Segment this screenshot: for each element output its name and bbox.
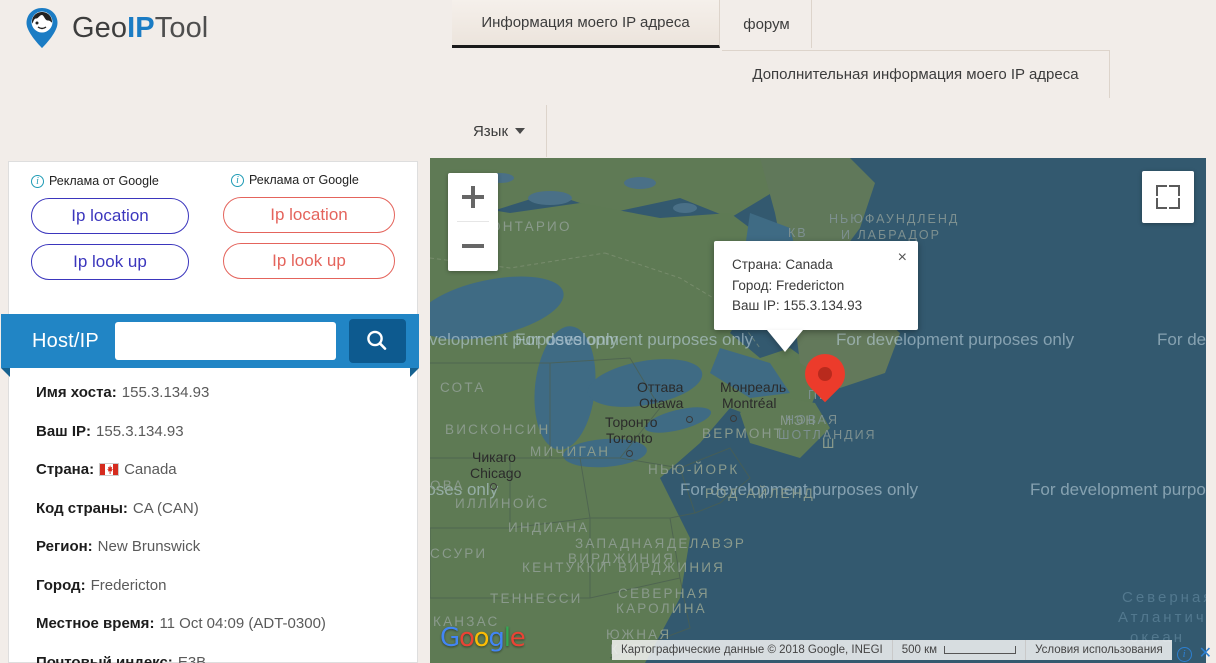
tab-my-ip-info[interactable]: Информация моего IP адреса	[452, 0, 720, 48]
row-region: Регион: New Brunswick	[36, 538, 416, 555]
map-canvas	[430, 158, 1206, 663]
search-bar-notch-left	[1, 368, 10, 377]
row-country: Страна: Canada	[36, 461, 416, 478]
tab-forum[interactable]: форум	[722, 0, 812, 48]
ad-button-ip-location-left[interactable]: Ip location	[31, 198, 189, 234]
row-hostname-value: 155.3.134.93	[122, 384, 210, 401]
map-container[interactable]: For development purposes only For develo…	[430, 158, 1206, 663]
map-info-window: × Страна: Canada Город: Fredericton Ваш …	[714, 241, 918, 330]
row-hostname-key: Имя хоста:	[36, 384, 117, 401]
city-dot-toronto	[626, 450, 633, 457]
host-ip-search-bar: Host/IP	[1, 314, 419, 368]
terms-of-use-link[interactable]: Условия использования	[1026, 640, 1172, 660]
canada-flag-icon	[99, 463, 119, 476]
google-logo: Google	[440, 623, 525, 653]
ad-button-ip-location-right[interactable]: Ip location	[223, 197, 395, 233]
ads-container: i Реклама от Google Ip location Ip look …	[9, 162, 417, 302]
row-region-key: Регион:	[36, 538, 93, 555]
ad-close-icon[interactable]: ✕	[1199, 646, 1212, 662]
row-postal-code-value: E3B	[178, 654, 206, 663]
row-city-value: Fredericton	[91, 577, 167, 594]
row-city: Город: Fredericton	[36, 577, 416, 594]
row-hostname: Имя хоста: 155.3.134.93	[36, 384, 416, 401]
ad-label-left-text: Реклама от Google	[49, 174, 159, 188]
row-local-time-key: Местное время:	[36, 615, 154, 632]
zoom-controls	[448, 173, 498, 271]
map-attribution-bar: Картографические данные © 2018 Google, I…	[612, 640, 1172, 660]
ad-button-ip-lookup-right[interactable]: Ip look up	[223, 243, 395, 279]
minus-icon	[462, 244, 484, 248]
tab-extra-ip-info[interactable]: Дополнительная информация моего IP адрес…	[722, 50, 1110, 98]
city-dot-chicago	[490, 483, 497, 490]
site-logo[interactable]: GeoIPTool	[24, 5, 208, 51]
site-header: GeoIPTool Информация моего IP адреса фор…	[0, 0, 1216, 157]
google-letter: e	[510, 623, 525, 653]
info-window-country: Страна: Canada	[732, 255, 903, 276]
location-marker-icon[interactable]	[805, 354, 845, 409]
row-country-code-key: Код страны:	[36, 500, 128, 517]
google-letter: o	[459, 623, 474, 653]
search-bar-notch-right	[410, 368, 419, 377]
google-letter: G	[440, 623, 459, 653]
scale-bar-icon	[944, 646, 1016, 654]
zoom-out-button[interactable]	[448, 222, 498, 270]
logo-text: GeoIPTool	[72, 12, 208, 45]
map-scale: 500 км	[893, 640, 1026, 660]
row-country-value: Canada	[124, 461, 177, 478]
city-dot-montreal	[730, 415, 737, 422]
search-icon	[364, 328, 390, 354]
logo-ip: IP	[127, 12, 155, 44]
row-country-code-value: CA (CAN)	[133, 500, 199, 517]
fullscreen-button[interactable]	[1142, 171, 1194, 223]
logo-geo: Geo	[72, 12, 127, 44]
info-window-ip: Ваш IP: 155.3.134.93	[732, 296, 903, 317]
close-icon[interactable]: ×	[898, 250, 907, 266]
search-button[interactable]	[349, 319, 406, 363]
info-icon[interactable]: i	[231, 174, 244, 187]
attribution-data: Картографические данные © 2018 Google, I…	[612, 640, 893, 660]
ip-details-list: Имя хоста: 155.3.134.93 Ваш IP: 155.3.13…	[36, 384, 416, 663]
ad-block-left: i Реклама от Google Ip location Ip look …	[9, 162, 207, 302]
info-window-city: Город: Fredericton	[732, 276, 903, 297]
host-ip-label: Host/IP	[32, 330, 99, 353]
city-dot-ottawa	[686, 416, 693, 423]
row-region-value: New Brunswick	[98, 538, 201, 555]
ad-label-right: i Реклама от Google	[223, 173, 417, 187]
search-input[interactable]	[115, 322, 336, 360]
language-label: Язык	[473, 123, 508, 140]
row-country-code: Код страны: CA (CAN)	[36, 500, 416, 517]
row-your-ip-key: Ваш IP:	[36, 423, 91, 440]
row-postal-code-key: Почтовый индекс:	[36, 654, 173, 663]
info-icon[interactable]: i	[31, 175, 44, 188]
logo-tool: Tool	[155, 12, 209, 44]
ip-info-panel: i Реклама от Google Ip location Ip look …	[8, 161, 418, 663]
language-selector[interactable]: Язык	[452, 105, 547, 157]
info-window-tail	[767, 330, 803, 352]
fullscreen-icon	[1156, 185, 1167, 196]
ad-button-ip-lookup-left[interactable]: Ip look up	[31, 244, 189, 280]
page-root: GeoIPTool Информация моего IP адреса фор…	[0, 0, 1216, 663]
google-letter: o	[474, 623, 489, 653]
ad-label-left: i Реклама от Google	[31, 174, 207, 188]
ad-info-icon[interactable]: i	[1177, 647, 1192, 662]
row-your-ip-value: 155.3.134.93	[96, 423, 184, 440]
ad-corner-controls: i ✕	[1177, 646, 1212, 662]
chevron-down-icon	[515, 128, 525, 134]
row-postal-code: Почтовый индекс: E3B	[36, 654, 416, 663]
row-local-time: Местное время: 11 Oct 04:09 (ADT-0300)	[36, 615, 416, 632]
map-scale-label: 500 км	[902, 644, 937, 656]
row-local-time-value: 11 Oct 04:09 (ADT-0300)	[159, 615, 325, 632]
ad-block-right: i Реклама от Google Ip location Ip look …	[207, 162, 417, 302]
map-pin-icon	[24, 7, 60, 49]
row-your-ip: Ваш IP: 155.3.134.93	[36, 423, 416, 440]
row-city-key: Город:	[36, 577, 86, 594]
row-country-key: Страна:	[36, 461, 94, 478]
ad-label-right-text: Реклама от Google	[249, 173, 359, 187]
zoom-in-button[interactable]	[448, 173, 498, 221]
google-letter: g	[488, 623, 503, 653]
